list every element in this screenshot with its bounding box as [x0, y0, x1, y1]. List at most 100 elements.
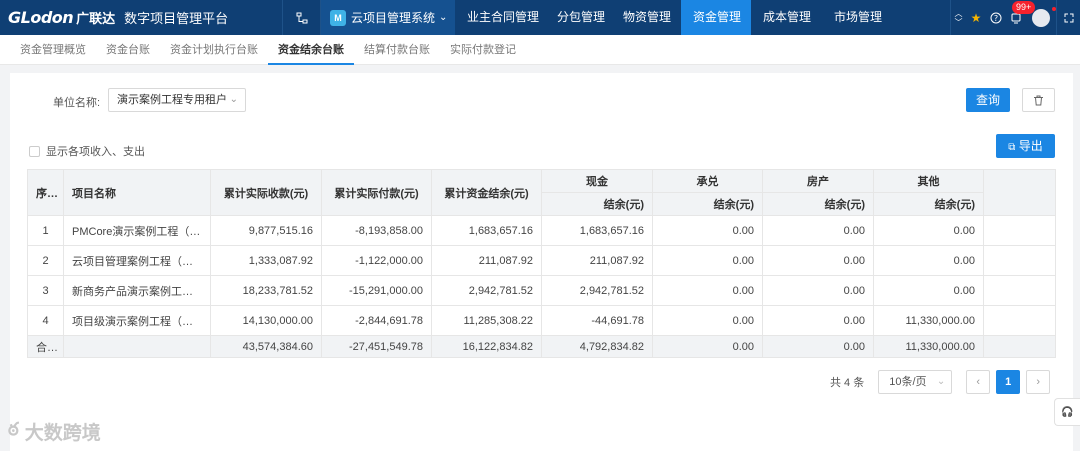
- row-cash: 1,683,657.16: [541, 215, 653, 246]
- header-cash-balance: 结余(元): [541, 192, 653, 216]
- row-project-name[interactable]: 云项目管理案例工程（演…: [63, 245, 211, 276]
- row-acceptance: 0.00: [652, 305, 763, 336]
- row-spacer: [983, 215, 1056, 246]
- row-other: 11,330,000.00: [873, 305, 984, 336]
- row-index: 3: [27, 275, 64, 306]
- nav-funds[interactable]: 资金管理: [681, 0, 751, 35]
- total-label: 合计: [27, 335, 64, 358]
- avatar[interactable]: [1032, 6, 1056, 27]
- help-icon[interactable]: ?: [986, 0, 1006, 35]
- row-acceptance: 0.00: [652, 275, 763, 306]
- nav-subcontract[interactable]: 分包管理: [545, 0, 611, 35]
- tab-funds-balance[interactable]: 资金结余台账: [268, 35, 354, 65]
- headset-icon: 🎧: [1061, 406, 1074, 418]
- main-nav: 业主合同管理 分包管理 物资管理 资金管理 成本管理 市场管理: [455, 0, 892, 35]
- row-project-name[interactable]: PMCore演示案例工程（演…: [63, 215, 211, 246]
- header-balance: 累计资金结余(元): [431, 169, 542, 216]
- row-property: 0.00: [762, 275, 874, 306]
- notification-bell[interactable]: 99+: [1006, 0, 1036, 35]
- system-app-icon: M: [330, 9, 346, 26]
- platform-title: 数字项目管理平台: [124, 11, 229, 26]
- nav-market[interactable]: 市场管理: [822, 0, 892, 35]
- watermark-logo-icon: ఠ: [8, 419, 19, 439]
- glodon-logo[interactable]: GLodon: [8, 8, 74, 27]
- row-payment: -1,122,000.00: [321, 245, 432, 276]
- row-index: 2: [27, 245, 64, 276]
- header-property: 房产: [762, 169, 874, 193]
- export-icon: ⧉: [1008, 142, 1016, 153]
- tab-funds-plan-execution[interactable]: 资金计划执行台账: [160, 35, 268, 65]
- row-project-name[interactable]: 新商务产品演示案例工程…: [63, 275, 211, 306]
- row-balance: 211,087.92: [431, 245, 542, 276]
- tab-funds-overview[interactable]: 资金管理概览: [10, 35, 96, 65]
- row-payment: -8,193,858.00: [321, 215, 432, 246]
- unit-name-select[interactable]: 演示案例工程专用租户 ⌄: [108, 88, 246, 112]
- nav-materials[interactable]: 物资管理: [611, 0, 681, 35]
- table-total-row: 合计 43,574,384.60 -27,451,549.78 16,122,8…: [27, 335, 1056, 358]
- table-row[interactable]: 4 项目级演示案例工程（勿… 14,130,000.00 -2,844,691.…: [27, 305, 1056, 336]
- trash-icon: [1034, 95, 1043, 105]
- expand-icon[interactable]: [1056, 0, 1080, 35]
- content-panel: 单位名称: 演示案例工程专用租户 ⌄ 查询 显示各项收入、支出 ⧉ 导出 序号 …: [10, 73, 1073, 451]
- header-index: 序号: [27, 169, 64, 216]
- total-property: 0.00: [762, 335, 874, 358]
- row-project-name[interactable]: 项目级演示案例工程（勿…: [63, 305, 211, 336]
- pagination-total: 共 4 条: [830, 377, 865, 389]
- show-items-checkbox[interactable]: [29, 145, 40, 157]
- brand: GLodon 广联达 数字项目管理平台: [0, 0, 282, 35]
- row-balance: 11,285,308.22: [431, 305, 542, 336]
- row-property: 0.00: [762, 215, 874, 246]
- glodon-logo-cn: 广联达: [76, 11, 116, 26]
- chevron-down-icon: ⌄: [439, 12, 448, 23]
- row-spacer: [983, 275, 1056, 306]
- tab-actual-payment[interactable]: 实际付款登记: [440, 35, 526, 65]
- nav-scroll-arrows[interactable]: ︿ ﹀: [950, 0, 966, 35]
- page-size-value: 10条/页: [889, 376, 927, 388]
- nav-cost[interactable]: 成本管理: [751, 0, 822, 35]
- export-button[interactable]: ⧉ 导出: [996, 134, 1055, 158]
- total-spacer: [983, 335, 1056, 358]
- customer-service-tab[interactable]: 🎧: [1054, 398, 1080, 426]
- chevron-down-icon: ⌄: [229, 94, 238, 105]
- unit-name-label: 单位名称:: [53, 97, 101, 109]
- clear-button[interactable]: [1022, 88, 1055, 112]
- unit-name-value: 演示案例工程专用租户: [117, 94, 227, 106]
- chevron-right-icon: ›: [1036, 376, 1041, 388]
- header-acceptance-balance: 结余(元): [652, 192, 763, 216]
- chevron-up-icon[interactable]: ︿: [955, 9, 963, 18]
- system-switcher[interactable]: M 云项目管理系统 ⌄: [321, 0, 455, 35]
- system-switcher-label: 云项目管理系统: [351, 11, 436, 25]
- org-structure-icon[interactable]: [283, 0, 320, 35]
- query-button[interactable]: 查询: [966, 88, 1010, 112]
- row-other: 0.00: [873, 215, 984, 246]
- prev-page-button[interactable]: ‹: [966, 370, 991, 394]
- table-row[interactable]: 2 云项目管理案例工程（演… 1,333,087.92 -1,122,000.0…: [27, 245, 1056, 276]
- row-spacer: [983, 305, 1056, 336]
- row-acceptance: 0.00: [652, 215, 763, 246]
- star-icon[interactable]: ★: [966, 0, 986, 35]
- chevron-left-icon: ‹: [976, 376, 981, 388]
- page-size-select[interactable]: 10条/页 ⌄: [878, 370, 953, 394]
- next-page-button[interactable]: ›: [1026, 370, 1051, 394]
- show-items-option[interactable]: 显示各项收入、支出: [29, 143, 145, 159]
- table-row[interactable]: 3 新商务产品演示案例工程… 18,233,781.52 -15,291,000…: [27, 275, 1056, 306]
- row-cash: 211,087.92: [541, 245, 653, 276]
- table-row[interactable]: 1 PMCore演示案例工程（演… 9,877,515.16 -8,193,85…: [27, 215, 1056, 246]
- nav-owner-contract[interactable]: 业主合同管理: [455, 0, 545, 35]
- tab-settlement-payment[interactable]: 结算付款台账: [354, 35, 440, 65]
- row-income: 9,877,515.16: [210, 215, 322, 246]
- header-spacer: [983, 169, 1056, 216]
- top-navbar: GLodon 广联达 数字项目管理平台 M 云项目管理系统 ⌄ 业主合同管理 分…: [0, 0, 1080, 35]
- chevron-down-icon[interactable]: ﹀: [955, 18, 963, 27]
- total-balance: 16,122,834.82: [431, 335, 542, 358]
- watermark: ఠ 大数跨境: [8, 418, 101, 445]
- page-1-button[interactable]: 1: [996, 370, 1021, 394]
- total-cash: 4,792,834.82: [541, 335, 653, 358]
- total-income: 43,574,384.60: [210, 335, 322, 358]
- row-cash: -44,691.78: [541, 305, 653, 336]
- row-payment: -2,844,691.78: [321, 305, 432, 336]
- total-acceptance: 0.00: [652, 335, 763, 358]
- funds-balance-table: 序号 项目名称 累计实际收款(元) 累计实际付款(元) 累计资金结余(元) 现金…: [27, 169, 1056, 358]
- tab-funds-ledger[interactable]: 资金台账: [96, 35, 160, 65]
- row-spacer: [983, 245, 1056, 276]
